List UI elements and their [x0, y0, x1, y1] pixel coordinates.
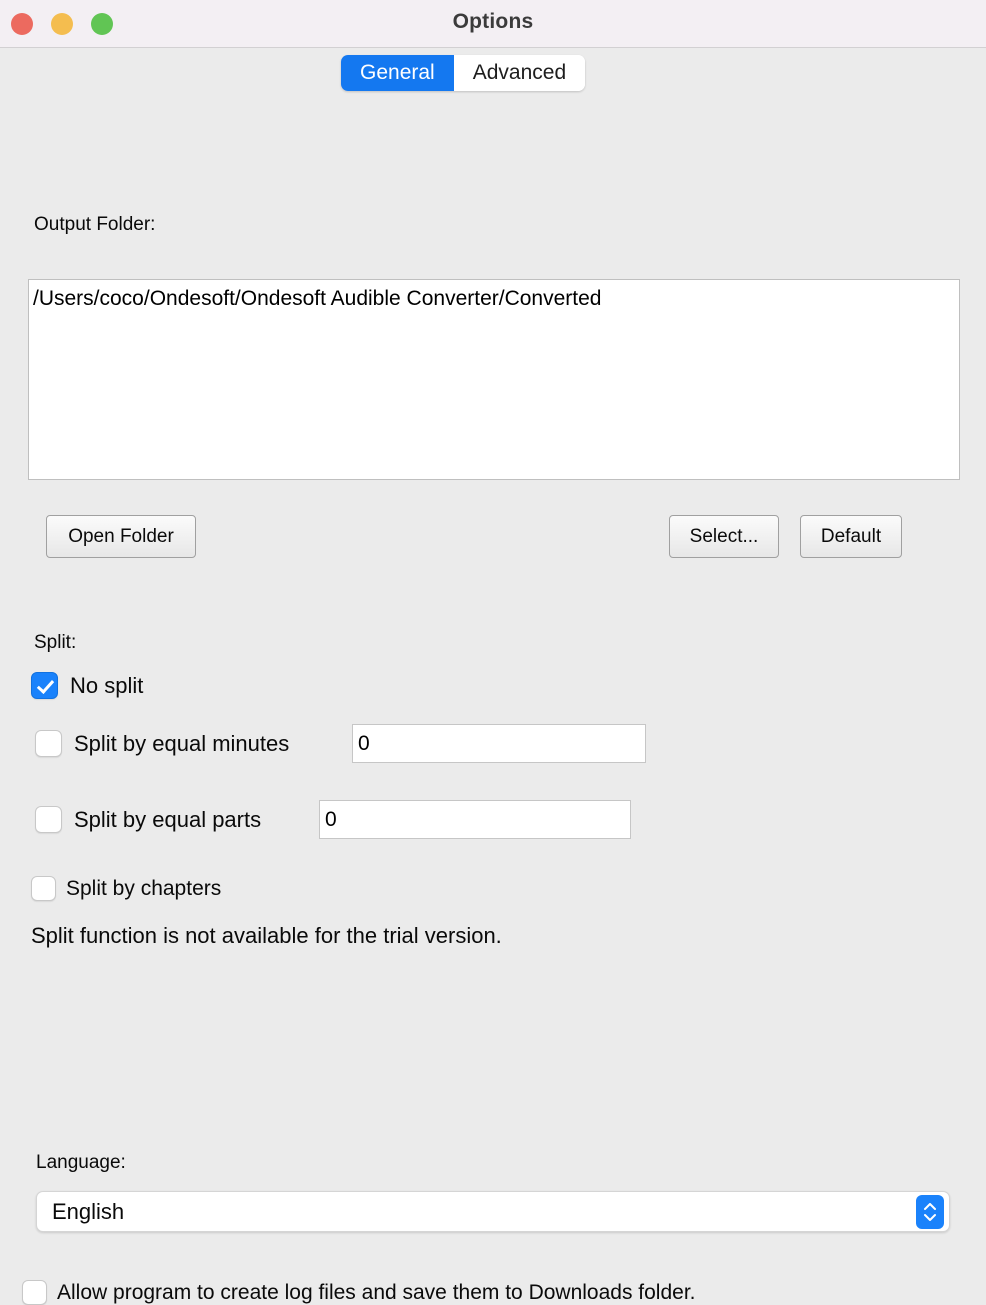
default-folder-button[interactable]: Default [800, 515, 902, 558]
language-label: Language: [36, 1152, 126, 1173]
split-by-minutes-row[interactable]: Split by equal minutes [35, 730, 289, 757]
tab-bar: General Advanced [0, 48, 986, 100]
window-title: Options [452, 10, 534, 33]
split-minutes-input[interactable]: 0 [352, 724, 646, 763]
checkbox-split-by-chapters[interactable] [31, 876, 56, 901]
split-by-parts-label: Split by equal parts [74, 806, 262, 832]
allow-logging-label: Allow program to create log files and sa… [57, 1280, 696, 1304]
output-folder-label: Output Folder: [34, 214, 156, 235]
segmented-control: General Advanced [341, 55, 586, 91]
checkbox-split-by-equal-minutes[interactable] [35, 730, 62, 757]
output-folder-path-box[interactable]: /Users/coco/Ondesoft/Ondesoft Audible Co… [28, 279, 960, 480]
split-no-split-row[interactable]: No split [31, 672, 143, 699]
output-folder-path-text: /Users/coco/Ondesoft/Ondesoft Audible Co… [33, 287, 602, 310]
language-selected-value: English [52, 1198, 125, 1224]
split-parts-input[interactable]: 0 [319, 800, 631, 839]
split-by-minutes-label: Split by equal minutes [74, 730, 290, 756]
split-no-split-label: No split [70, 672, 144, 698]
chevron-up-down-icon[interactable] [916, 1195, 944, 1229]
tab-advanced[interactable]: Advanced [453, 55, 586, 91]
language-select[interactable]: English [36, 1191, 950, 1232]
checkbox-allow-logging[interactable] [22, 1280, 47, 1305]
split-by-chapters-label: Split by chapters [66, 876, 222, 900]
split-section-label: Split: [34, 632, 77, 653]
select-folder-button[interactable]: Select... [669, 515, 779, 558]
tab-general[interactable]: General [341, 55, 454, 91]
split-by-parts-row[interactable]: Split by equal parts [35, 806, 261, 833]
open-folder-button[interactable]: Open Folder [46, 515, 196, 558]
checkbox-no-split[interactable] [31, 672, 58, 699]
allow-logging-row[interactable]: Allow program to create log files and sa… [22, 1280, 696, 1305]
checkbox-split-by-equal-parts[interactable] [35, 806, 62, 833]
split-trial-note: Split function is not available for the … [31, 923, 502, 948]
split-by-chapters-row[interactable]: Split by chapters [31, 876, 221, 901]
window-titlebar: Options [0, 0, 986, 48]
